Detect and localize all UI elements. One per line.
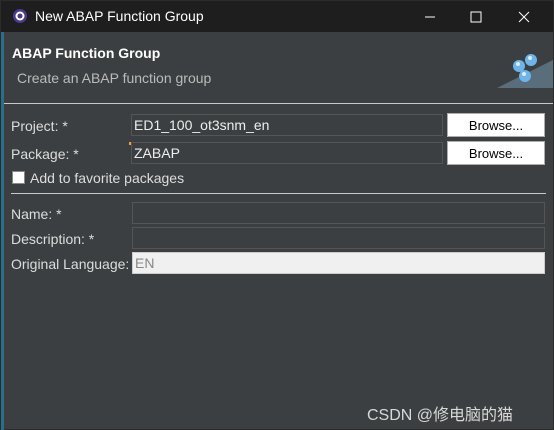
- project-field[interactable]: [131, 114, 443, 136]
- header-separator: [4, 103, 553, 104]
- eclipse-app-icon: [13, 9, 27, 23]
- original-language-label: Original Language:: [11, 256, 130, 272]
- project-browse-button[interactable]: Browse...: [447, 113, 545, 137]
- close-icon: [518, 11, 530, 22]
- description-label: Description: *: [11, 231, 95, 247]
- original-language-field: [132, 252, 545, 274]
- wizard-subtitle: Create an ABAP function group: [17, 70, 212, 86]
- form-separator: [11, 193, 546, 194]
- package-label: Package: *: [11, 146, 79, 162]
- wizard-title: ABAP Function Group: [12, 45, 161, 61]
- abap-molecule-icon: [497, 54, 553, 88]
- minimize-button[interactable]: [407, 1, 453, 32]
- watermark-text: CSDN @修电脑的猫: [367, 407, 514, 424]
- package-field[interactable]: [131, 142, 443, 164]
- favorite-packages-label[interactable]: Add to favorite packages: [30, 170, 184, 186]
- minimize-icon: [425, 16, 435, 17]
- name-label: Name: *: [11, 206, 62, 222]
- favorite-packages-checkbox[interactable]: [12, 171, 25, 184]
- dialog-window: New ABAP Function Group ABAP Function Gr…: [0, 0, 554, 430]
- project-label: Project: *: [11, 118, 68, 134]
- package-browse-button[interactable]: Browse...: [447, 141, 545, 165]
- description-field[interactable]: [132, 227, 545, 249]
- title-bar[interactable]: New ABAP Function Group: [1, 1, 553, 32]
- name-field[interactable]: [132, 202, 545, 224]
- window-title: New ABAP Function Group: [35, 8, 204, 24]
- maximize-icon: [470, 11, 482, 22]
- close-button[interactable]: [501, 1, 547, 32]
- wizard-header: ABAP Function Group Create an ABAP funct…: [4, 32, 553, 104]
- maximize-button[interactable]: [453, 1, 499, 32]
